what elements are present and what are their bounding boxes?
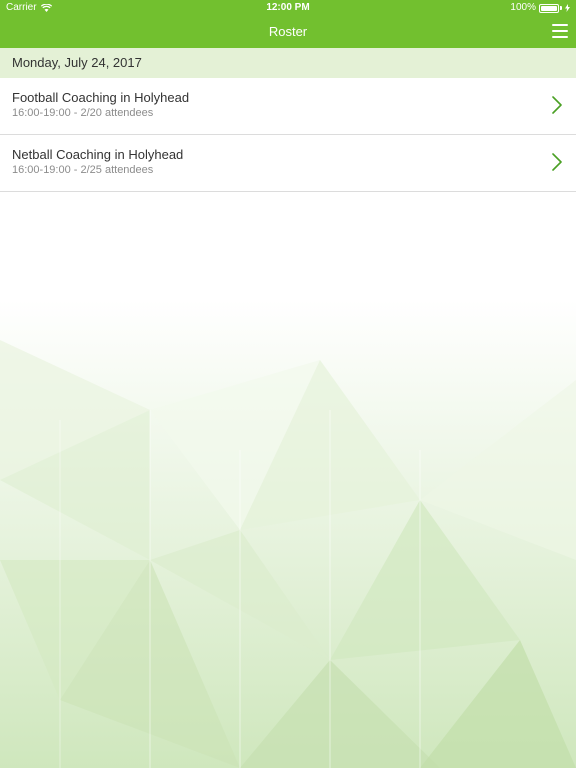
battery-percentage: 100%	[510, 2, 536, 13]
hamburger-menu-icon[interactable]	[552, 24, 568, 38]
session-details: 16:00-19:00 - 2/20 attendees	[12, 107, 154, 119]
top-bar: Carrier 12:00 PM 100% Roster	[0, 0, 576, 48]
battery-icon	[539, 3, 559, 13]
chevron-right-icon	[552, 96, 562, 114]
charging-bolt-icon	[565, 4, 570, 12]
battery-tip	[560, 6, 562, 10]
session-row-football[interactable]: Football Coaching in Holyhead 16:00-19:0…	[0, 78, 576, 135]
battery-indicator: 100%	[510, 0, 570, 16]
session-list: Football Coaching in Holyhead 16:00-19:0…	[0, 78, 576, 192]
page-title: Roster	[268, 24, 308, 39]
status-bar: Carrier 12:00 PM 100%	[0, 0, 576, 16]
session-row-netball[interactable]: Netball Coaching in Holyhead 16:00-19:00…	[0, 135, 576, 192]
status-time: 12:00 PM	[266, 2, 310, 13]
date-section-header: Monday, July 24, 2017	[0, 48, 576, 78]
session-title: Netball Coaching in Holyhead	[12, 147, 184, 162]
session-details: 16:00-19:00 - 2/25 attendees	[12, 164, 154, 176]
background-pattern	[0, 300, 576, 768]
roster-screen: Carrier 12:00 PM 100% Roster Monday, Jul…	[0, 0, 576, 768]
chevron-right-icon	[552, 153, 562, 171]
session-title: Football Coaching in Holyhead	[12, 90, 190, 105]
